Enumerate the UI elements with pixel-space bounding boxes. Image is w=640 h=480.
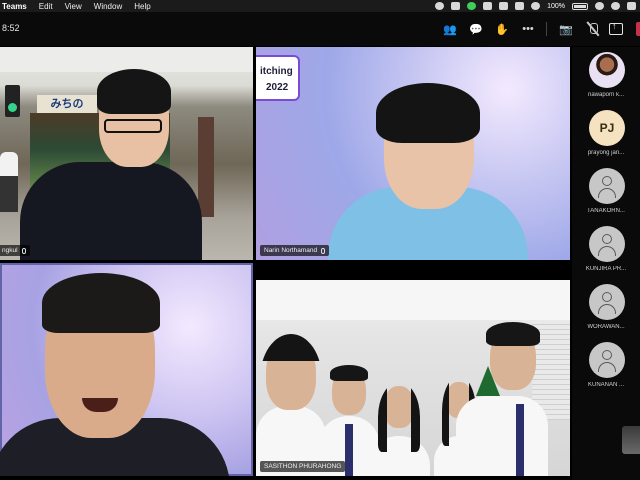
participant-name: SASITHON PHURAHONG [264, 463, 342, 470]
participant-item[interactable]: nawaporn k... [572, 47, 640, 105]
mic-icon [21, 247, 26, 254]
meeting-toolbar: 8:52 👥 💬 ✋ ••• 📷 [0, 12, 640, 46]
generic-avatar-icon [589, 226, 625, 262]
mic-icon [321, 247, 326, 254]
video-tile-participant-4[interactable]: SASITHON PHURAHONG [256, 280, 570, 476]
self-view-thumbnail[interactable] [622, 426, 640, 454]
battery-percent: 100% [547, 2, 565, 10]
more-actions-button[interactable]: ••• [520, 21, 536, 37]
participant-item[interactable]: WORAWAN... [572, 279, 640, 337]
chat-button[interactable]: 💬 [468, 21, 484, 37]
share-screen-button[interactable] [609, 21, 623, 35]
avatar-initials: PJ [589, 110, 625, 146]
meeting-timer: 8:52 [2, 23, 20, 33]
more-icon: ••• [522, 23, 534, 35]
battery-icon[interactable] [572, 2, 588, 10]
input-source-icon[interactable] [515, 2, 525, 10]
generic-avatar-icon [589, 284, 625, 320]
mac-menu-bar: Teams Edit View Window Help 100% [0, 0, 640, 12]
participant-item[interactable]: KUNANAN ... [572, 337, 640, 395]
student-5 [456, 316, 548, 476]
name-tag: ngkul [0, 245, 30, 256]
reactions-button[interactable]: ✋ [494, 21, 510, 37]
participant-item[interactable]: TANAKORN... [572, 163, 640, 221]
mic-off-icon[interactable] [585, 21, 601, 37]
generic-avatar-icon [589, 168, 625, 204]
keyboard-icon[interactable] [483, 2, 493, 10]
participant-name: TANAKORN... [587, 208, 625, 214]
menu-window[interactable]: Window [94, 2, 122, 11]
participant-name: nawaporn k... [587, 92, 625, 98]
menu-status-area: 100% [435, 0, 636, 12]
creative-cloud-icon[interactable] [435, 2, 445, 10]
search-icon[interactable] [611, 2, 620, 10]
participant-item[interactable]: PJ prayong jan... [572, 105, 640, 163]
people-icon: 👥 [443, 23, 457, 36]
people-button[interactable]: 👥 [442, 21, 458, 37]
sync-icon[interactable] [531, 2, 541, 10]
control-center-icon[interactable] [627, 2, 636, 10]
avatar-photo [589, 52, 625, 88]
chat-icon: 💬 [469, 23, 483, 36]
app-menu-teams[interactable]: Teams [2, 2, 27, 11]
clipboard-icon[interactable] [499, 2, 509, 10]
participant-name: KUNANAN ... [587, 382, 624, 388]
name-tag: SASITHON PHURAHONG [260, 461, 346, 472]
participant-name: ngkul [2, 247, 18, 254]
menu-help[interactable]: Help [134, 2, 150, 11]
participant-name: Narin Northamand [264, 247, 318, 254]
menu-view[interactable]: View [65, 2, 82, 11]
video-tile-active-speaker[interactable] [0, 263, 253, 476]
participant-glasses [104, 119, 162, 133]
camera-off-icon: 📷 [559, 23, 573, 36]
participant-hair [42, 273, 160, 333]
leave-button[interactable] [636, 22, 640, 36]
student-3 [364, 380, 434, 476]
menu-edit[interactable]: Edit [39, 2, 53, 11]
background-pillar [198, 117, 214, 217]
participant-item[interactable]: KUNJIRA PR... [572, 221, 640, 279]
toolbar-divider [546, 22, 547, 36]
student-1 [256, 306, 326, 476]
participant-body [20, 162, 202, 260]
participant-name: WORAWAN... [587, 324, 625, 330]
background-building [0, 47, 253, 72]
video-tile-participant-2[interactable]: itching 2022 Narin Northamand [256, 47, 570, 260]
traffic-light [5, 85, 20, 117]
pitching-logo: itching 2022 [256, 55, 300, 101]
generic-avatar-icon [589, 342, 625, 378]
reactions-icon: ✋ [495, 23, 509, 36]
pitching-logo-line2: 2022 [266, 82, 289, 93]
pedestrian [0, 152, 18, 212]
line-app-icon[interactable] [467, 2, 477, 10]
camera-button[interactable]: 📷 [558, 21, 574, 37]
cloud-icon[interactable] [451, 2, 461, 10]
pitching-logo-line1: itching [260, 66, 293, 77]
shop-sign: みちの [37, 95, 97, 113]
participant-name: KUNJIRA PR... [585, 266, 627, 272]
name-tag: Narin Northamand [260, 245, 330, 256]
wifi-icon[interactable] [595, 2, 604, 10]
participant-hair [376, 83, 480, 143]
video-tile-participant-1[interactable]: みちの ngkul [0, 47, 253, 260]
participant-sidebar: nawaporn k... PJ prayong jan... TANAKORN… [572, 47, 640, 480]
participant-hair [97, 69, 171, 114]
participant-name: prayong jan... [587, 150, 625, 156]
